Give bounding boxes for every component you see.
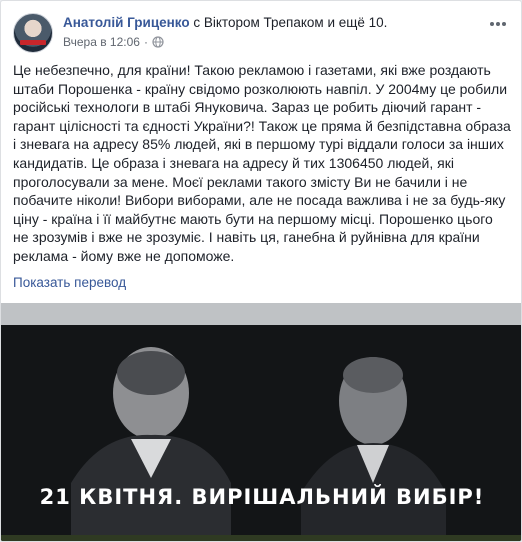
avatar-badge <box>20 40 46 45</box>
author-name-link[interactable]: Анатолій Гриценко <box>63 15 190 30</box>
show-translation-link[interactable]: Показать перевод <box>13 275 126 290</box>
more-horizontal-icon <box>489 14 507 32</box>
post-header: Анатолій Гриценко с Віктором Трепаком и … <box>13 13 509 53</box>
globe-icon[interactable] <box>152 36 164 48</box>
post-card: Анатолій Гриценко с Віктором Трепаком и … <box>0 0 522 542</box>
avatar[interactable] <box>13 13 53 53</box>
post-meta: Вчера в 12:06 · <box>63 35 164 49</box>
tagged-people-text[interactable]: с Віктором Трепаком и ещё 10. <box>193 15 387 30</box>
post-header-line: Анатолій Гриценко с Віктором Трепаком и … <box>63 15 387 30</box>
post-body-text: Це небезпечно, для країни! Такою рекламо… <box>13 62 511 264</box>
post-timestamp-link[interactable]: Вчера в 12:06 <box>63 35 140 49</box>
more-options-button[interactable] <box>487 15 509 31</box>
post-photo[interactable]: 21 КВІТНЯ. ВИРІШАЛЬНИЙ ВИБІР! <box>1 303 521 541</box>
billboard-slogan: 21 КВІТНЯ. ВИРІШАЛЬНИЙ ВИБІР! <box>39 485 485 509</box>
meta-separator: · <box>143 35 148 49</box>
